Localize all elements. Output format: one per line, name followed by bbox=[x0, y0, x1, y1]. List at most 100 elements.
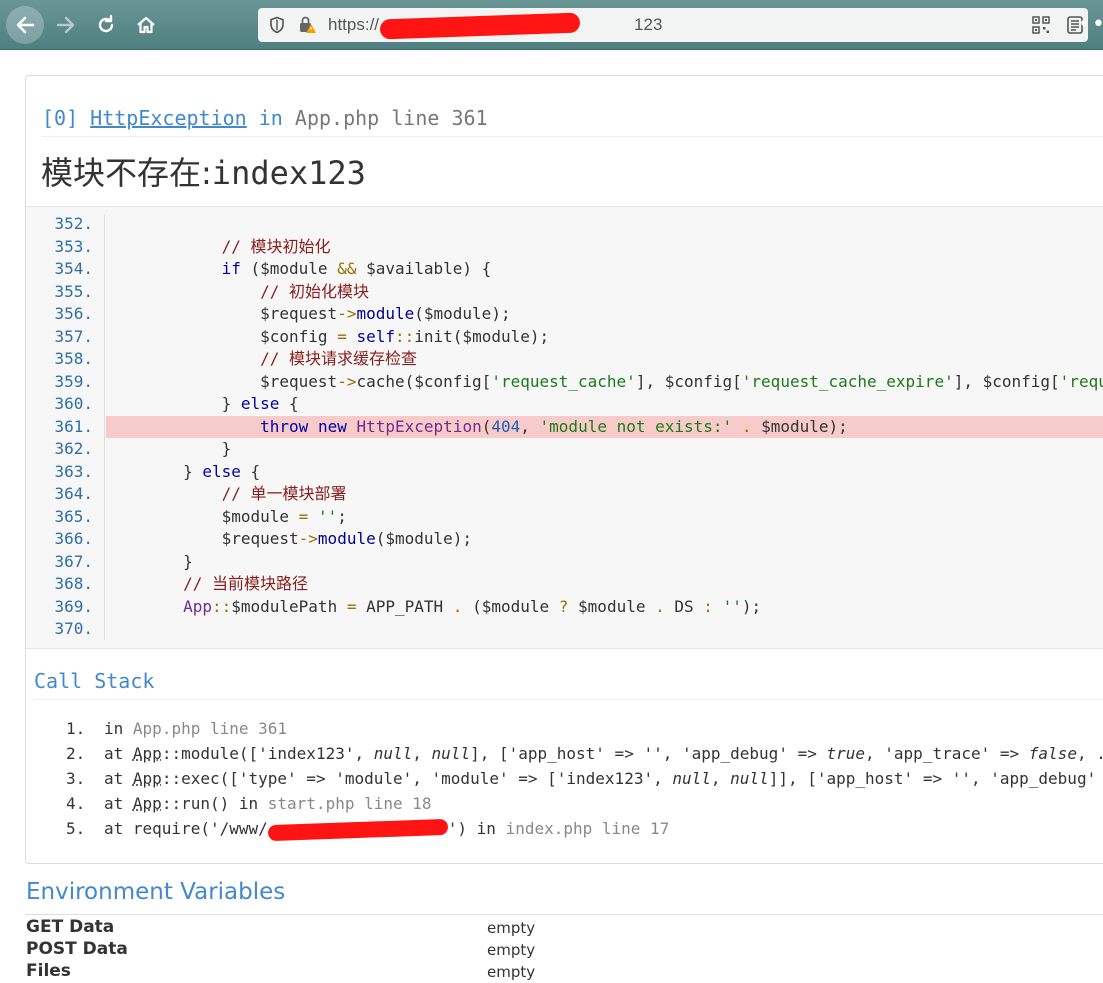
call-stack-number: 4. bbox=[66, 794, 86, 813]
code-line: 369. App::$modulePath = APP_PATH . ($mod… bbox=[26, 596, 1103, 619]
code-text: } bbox=[106, 439, 232, 458]
exception-class-link[interactable]: HttpException bbox=[90, 106, 247, 130]
line-number: 364. bbox=[54, 484, 93, 503]
url-prefix: https:// bbox=[328, 15, 380, 34]
line-number: 359. bbox=[54, 371, 93, 391]
code-line: 364. // 单一模块部署 bbox=[26, 483, 1103, 506]
exception-header: [0] HttpException in App.php line 361 模块… bbox=[26, 76, 1103, 206]
reload-icon bbox=[98, 14, 114, 33]
code-text: $request->module($module); bbox=[106, 529, 473, 548]
code-text: $module = ''; bbox=[106, 506, 347, 526]
code-line: 359. $request->cache($config['request_ca… bbox=[26, 371, 1103, 394]
exception-message-module: index123 bbox=[211, 154, 366, 192]
call-stack-item: 1. in App.php line 361 bbox=[66, 716, 287, 741]
code-text: // 初始化模块 bbox=[260, 281, 370, 301]
code-line: 367. } bbox=[26, 551, 1103, 574]
source-code-viewer: 352. 353. // 模块初始化 354. if ($module && $a… bbox=[26, 206, 1103, 649]
call-stack-item: 4. at App::run() in start.php line 18 bbox=[66, 791, 432, 816]
call-stack-number: 3. bbox=[66, 769, 86, 788]
line-number: 366. bbox=[54, 529, 93, 548]
call-stack-title: Call Stack bbox=[34, 669, 155, 693]
call-stack-item: 5. at require('/www/') in index.php line … bbox=[66, 816, 669, 841]
env-key: Files bbox=[26, 961, 71, 981]
exception-in-label: in bbox=[258, 106, 283, 130]
env-row: Files empty bbox=[26, 961, 1103, 983]
line-number: 363. bbox=[54, 461, 93, 481]
forward-button[interactable] bbox=[48, 7, 84, 43]
env-key: POST Data bbox=[26, 939, 128, 959]
exception-index: [0] bbox=[42, 106, 79, 130]
exception-panel: [0] HttpException in App.php line 361 模块… bbox=[25, 75, 1103, 864]
call-stack-divider bbox=[34, 699, 1103, 700]
code-line: 361. throw new HttpException(404, 'modul… bbox=[26, 415, 1103, 438]
call-stack-item: 2. at App::module(['index123', null, null… bbox=[66, 741, 1103, 766]
more-menu-icon[interactable]: ••• bbox=[1078, 12, 1103, 37]
code-line: 357. $config = self::init($module); bbox=[26, 326, 1103, 349]
code-line: 358. // 模块请求缓存检查 bbox=[26, 348, 1103, 371]
code-text: $request->module($module); bbox=[106, 304, 511, 323]
line-number: 362. bbox=[54, 439, 93, 458]
home-icon bbox=[137, 16, 155, 34]
code-text: App::$modulePath = APP_PATH . ($module ?… bbox=[183, 596, 762, 616]
code-text: } else { bbox=[106, 394, 299, 413]
code-text: // 模块请求缓存检查 bbox=[260, 349, 418, 368]
line-number: 369. bbox=[54, 596, 93, 616]
qr-code-icon[interactable] bbox=[1028, 12, 1054, 38]
exception-message-text: 模块不存在: bbox=[41, 154, 212, 192]
code-line: 360. } else { bbox=[26, 393, 1103, 416]
back-button[interactable] bbox=[6, 6, 44, 44]
call-stack-number: 2. bbox=[66, 744, 86, 763]
line-number: 365. bbox=[54, 506, 93, 526]
code-text: // 当前模块路径 bbox=[183, 574, 308, 593]
environment-title: Environment Variables bbox=[26, 879, 286, 905]
exception-message: 模块不存在:index123 bbox=[41, 148, 366, 194]
line-number: 360. bbox=[54, 394, 93, 413]
code-line: 356. $request->module($module); bbox=[26, 303, 1103, 326]
call-stack-number: 5. bbox=[66, 819, 86, 838]
code-line: 368. // 当前模块路径 bbox=[26, 573, 1103, 596]
call-stack-item: 3. at App::exec(['type' => 'module', 'mod… bbox=[66, 766, 1096, 791]
call-stack-section: Call Stack 1. in App.php line 361 2. at App… bbox=[26, 649, 1103, 863]
code-text: $config = self::init($module); bbox=[106, 326, 550, 346]
line-number: 356. bbox=[54, 304, 93, 323]
line-number: 352. bbox=[54, 214, 93, 233]
code-text: // 模块初始化 bbox=[221, 236, 331, 256]
env-row: POST Data empty bbox=[26, 939, 1103, 961]
header-divider bbox=[42, 136, 1103, 137]
line-number: 370. bbox=[54, 619, 93, 638]
line-number: 357. bbox=[54, 326, 93, 346]
address-bar[interactable]: https:// 123 bbox=[258, 8, 1088, 42]
line-number: 355. bbox=[54, 281, 93, 301]
env-key: GET Data bbox=[26, 917, 115, 937]
line-number: 368. bbox=[54, 574, 93, 593]
code-line: 355. // 初始化模块 bbox=[26, 281, 1103, 304]
lock-warning-icon[interactable] bbox=[296, 14, 318, 36]
arrow-right-icon bbox=[56, 16, 75, 34]
code-line: 370. bbox=[26, 618, 1103, 641]
redaction-mark bbox=[379, 12, 581, 40]
code-text: $request->cache($config['request_cache']… bbox=[106, 371, 1103, 391]
code-line: 353. // 模块初始化 bbox=[26, 236, 1103, 259]
browser-toolbar: https:// 123 ••• bbox=[0, 0, 1103, 50]
exception-location: App.php line 361 bbox=[294, 106, 488, 130]
code-text: if ($module && $available) { bbox=[221, 259, 492, 278]
line-number: 358. bbox=[54, 349, 93, 368]
call-stack-number: 1. bbox=[66, 719, 86, 738]
code-line: 363. } else { bbox=[26, 461, 1103, 484]
env-value: empty bbox=[487, 919, 536, 937]
code-line: 354. if ($module && $available) { bbox=[26, 258, 1103, 281]
code-text: } bbox=[106, 551, 193, 571]
code-line: 365. $module = ''; bbox=[26, 506, 1103, 529]
environment-divider bbox=[26, 914, 1103, 915]
env-value: empty bbox=[487, 963, 536, 981]
reload-button[interactable] bbox=[88, 7, 124, 43]
code-text: throw new HttpException(404, 'module not… bbox=[106, 415, 1103, 438]
home-button[interactable] bbox=[128, 7, 164, 43]
line-number: 353. bbox=[54, 236, 93, 256]
shield-icon[interactable] bbox=[266, 14, 288, 36]
line-number: 367. bbox=[54, 551, 93, 571]
code-text: // 单一模块部署 bbox=[221, 484, 347, 503]
code-line: 362. } bbox=[26, 438, 1103, 461]
